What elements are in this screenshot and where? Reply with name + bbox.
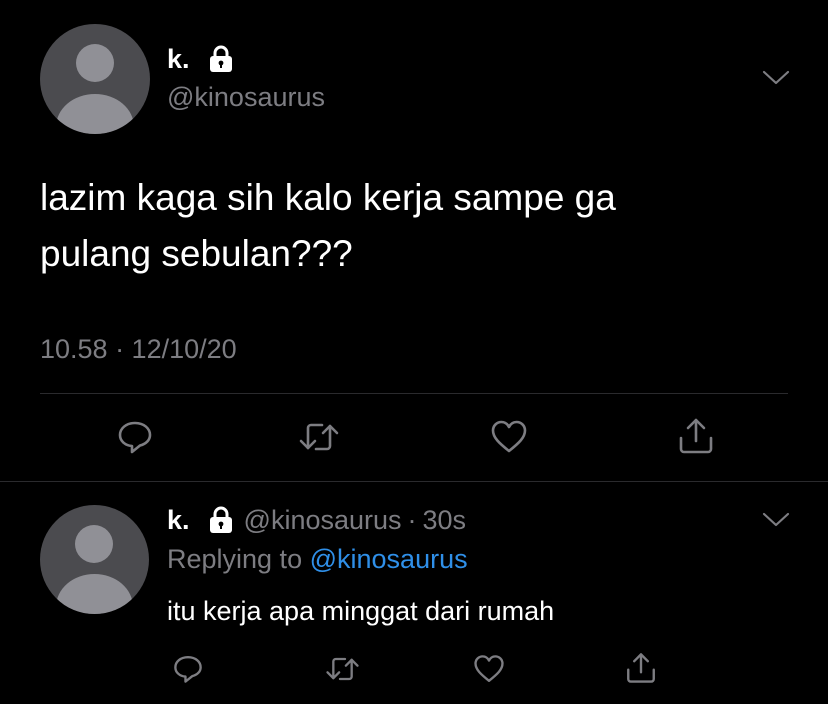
tweet-timestamp[interactable]: 10.58 · 12/10/20: [40, 334, 237, 365]
chevron-down-icon[interactable]: [762, 68, 790, 88]
replying-to-label: Replying to: [167, 544, 303, 574]
lock-icon: [206, 505, 236, 535]
handle[interactable]: @kinosaurus: [167, 82, 325, 113]
avatar-head: [76, 44, 114, 82]
display-name[interactable]: k.: [167, 44, 190, 75]
share-icon[interactable]: [676, 416, 716, 456]
tweet-author-row: k.: [167, 42, 236, 76]
retweet-icon[interactable]: [298, 418, 340, 456]
divider: [40, 393, 788, 394]
reply-icon[interactable]: [116, 418, 154, 456]
reply-handle[interactable]: @kinosaurus: [244, 505, 402, 536]
chevron-down-icon[interactable]: [762, 510, 790, 530]
tweet-text: lazim kaga sih kalo kerja sampe ga pulan…: [40, 170, 616, 282]
reply-text: itu kerja apa minggat dari rumah: [167, 596, 555, 626]
avatar-body: [56, 574, 133, 614]
avatar[interactable]: [40, 24, 150, 134]
share-icon[interactable]: [624, 651, 658, 685]
reply-display-name[interactable]: k.: [167, 505, 190, 536]
lock-icon: [206, 44, 236, 74]
replying-to: Replying to @kinosaurus: [167, 544, 468, 575]
divider: [0, 481, 828, 482]
like-icon[interactable]: [472, 653, 506, 685]
tweet-text-line: lazim kaga sih kalo kerja sampe ga: [40, 177, 616, 218]
like-icon[interactable]: [489, 418, 529, 456]
retweet-icon[interactable]: [325, 653, 360, 685]
reply-author-row: k. @kinosaurus · 30s: [167, 503, 466, 537]
reply-icon[interactable]: [172, 653, 204, 685]
reply-avatar[interactable]: [40, 505, 149, 614]
replying-to-handle[interactable]: @kinosaurus: [310, 544, 468, 574]
tweet-text-line: pulang sebulan???: [40, 233, 353, 274]
avatar-body: [56, 94, 134, 134]
reply-time[interactable]: 30s: [423, 505, 467, 536]
separator: ·: [407, 504, 417, 535]
avatar-head: [75, 525, 113, 563]
